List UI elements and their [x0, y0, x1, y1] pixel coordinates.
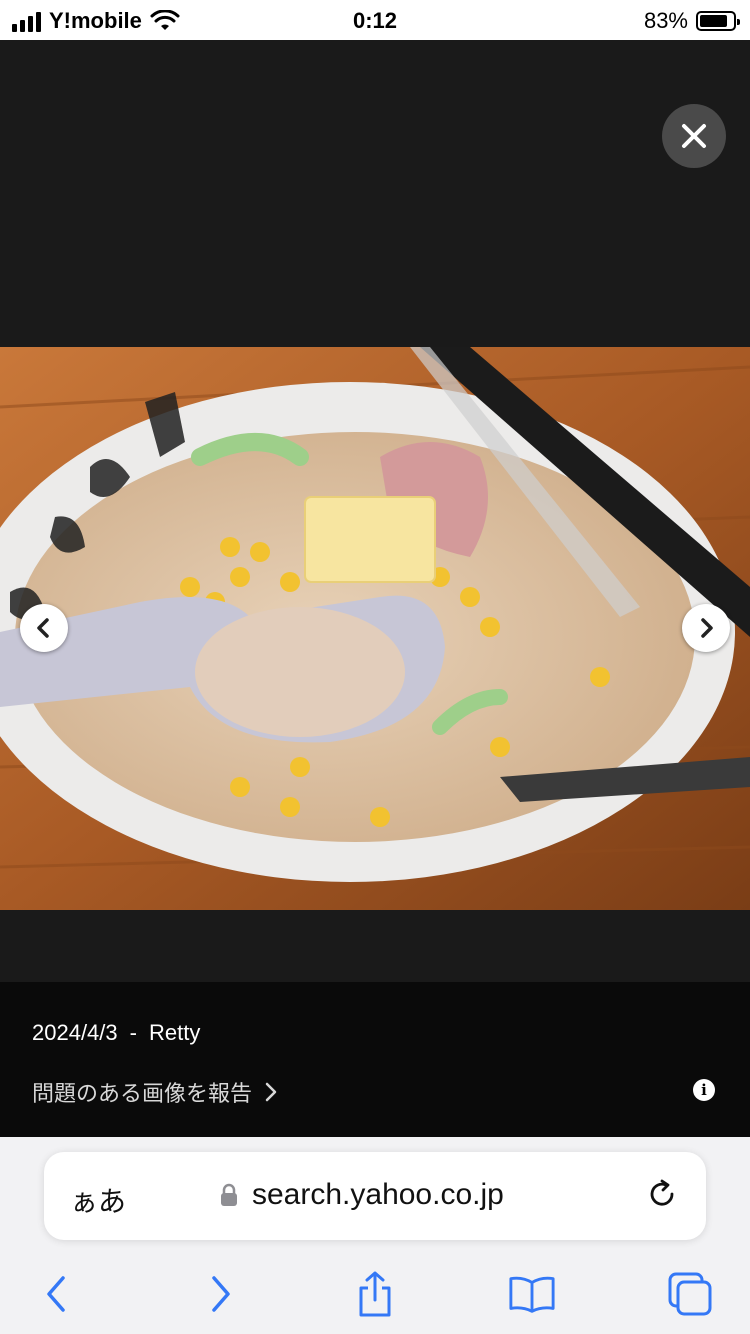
battery-icon: [696, 11, 740, 31]
status-right: 83%: [643, 8, 740, 34]
battery-percentage: 83%: [643, 8, 688, 33]
close-icon: [682, 124, 706, 148]
back-button[interactable]: [33, 1270, 81, 1318]
status-bar: Y!mobile 0:12 83%: [0, 0, 750, 40]
chevron-right-icon: [701, 618, 713, 638]
url-display[interactable]: search.yahoo.co.jp: [220, 1178, 504, 1212]
clock: 0:12: [352, 8, 398, 33]
image-source-link[interactable]: Retty: [149, 1020, 200, 1045]
image-meta: 2024/4/3- Retty: [32, 1020, 200, 1046]
share-icon: [359, 1271, 391, 1317]
chevron-right-icon: [265, 1082, 277, 1102]
previous-image-button[interactable]: [20, 604, 68, 652]
browser-toolbar: [0, 1260, 750, 1324]
text-size-button[interactable]: ぁあ: [70, 1180, 126, 1220]
lock-icon: [221, 1183, 237, 1206]
chevron-left-icon: [37, 618, 49, 638]
tabs-icon: [668, 1272, 712, 1316]
info-icon[interactable]: i: [693, 1079, 715, 1101]
address-bar[interactable]: ぁあ search.yahoo.co.jp: [44, 1152, 706, 1240]
ramen-photo: [0, 347, 750, 910]
reload-icon[interactable]: [644, 1176, 680, 1212]
forward-icon: [212, 1276, 230, 1312]
share-button[interactable]: [351, 1270, 399, 1318]
next-image-button[interactable]: [682, 604, 730, 652]
browser-chrome: ぁあ search.yahoo.co.jp: [0, 1137, 750, 1334]
image-viewer: [0, 40, 750, 982]
url-text: search.yahoo.co.jp: [252, 1178, 504, 1211]
report-image-label: 問題のある画像を報告: [32, 1081, 253, 1106]
bookmarks-button[interactable]: [508, 1270, 556, 1318]
back-icon: [47, 1276, 65, 1312]
meta-separator: -: [129, 1020, 137, 1045]
tabs-button[interactable]: [666, 1270, 714, 1318]
bookmarks-icon: [509, 1276, 555, 1313]
image-info-panel: 2024/4/3- Retty 問題のある画像を報告 i: [0, 982, 750, 1137]
report-image-link[interactable]: 問題のある画像を報告: [32, 1076, 278, 1108]
forward-button[interactable]: [196, 1270, 244, 1318]
ramen-image: [0, 347, 750, 910]
close-button[interactable]: [662, 104, 726, 168]
image-date: 2024/4/3: [32, 1020, 118, 1045]
